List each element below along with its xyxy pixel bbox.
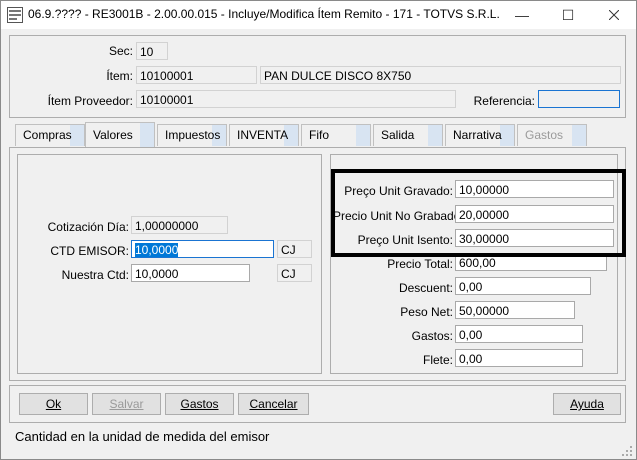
ctd-emisor-label: CTD EMISOR: [50, 244, 129, 258]
cotizacion-field[interactable]: 1,00000000 [131, 216, 228, 234]
tab-shade [572, 125, 586, 146]
item-proveedor-field[interactable]: 10100001 [136, 90, 456, 108]
ctd-emisor-unit-field[interactable]: CJ [277, 240, 312, 258]
gastos-button[interactable]: Gastos [165, 393, 234, 415]
tab-shade [140, 123, 154, 148]
cotizacion-label: Cotización Día: [47, 220, 129, 234]
tab-narrativa[interactable]: Narrativa [445, 124, 515, 146]
ok-button[interactable]: Ok [19, 393, 88, 415]
flete-label: Flete: [422, 353, 453, 367]
tab-shade [428, 125, 442, 146]
close-button[interactable] [591, 1, 636, 29]
nuestra-ctd-field[interactable]: 10,0000 [131, 264, 250, 282]
tab-label: Fifo [309, 128, 330, 142]
tab-salida[interactable]: Salida [373, 124, 443, 146]
nuestra-ctd-label: Nuestra Ctd: [61, 268, 129, 282]
descuent-label: Descuent: [398, 281, 453, 295]
tab-label: INVENTA [237, 128, 289, 142]
resize-grip-icon[interactable] [621, 445, 633, 457]
ctd-emisor-field[interactable]: 10,0000 [131, 240, 274, 258]
status-text: Cantidad en la unidad de medida del emis… [15, 429, 270, 444]
gastos-label: Gastos: [411, 329, 453, 343]
tab-shade [500, 125, 514, 146]
tab-label: Impuestos [165, 128, 221, 142]
tab-shade [356, 125, 370, 146]
app-icon [7, 7, 23, 23]
item-label: Ítem: [106, 69, 133, 83]
tab-label: Compras [23, 128, 72, 142]
sec-field[interactable]: 10 [136, 42, 168, 60]
window-title: 06.9.???? - RE3001B - 2.00.00.015 - Incl… [28, 7, 500, 21]
peso-net-label: Peso Net: [400, 305, 453, 319]
ok-button-label: Ok [45, 397, 62, 411]
maximize-button[interactable]: ☐ [545, 1, 591, 29]
title-bar: 06.9.???? - RE3001B - 2.00.00.015 - Incl… [1, 1, 636, 29]
salvar-button: Salvar [92, 393, 161, 415]
tab-valores[interactable]: Valores [85, 122, 155, 148]
cancelar-button[interactable]: Cancelar [238, 393, 309, 415]
ayuda-button[interactable]: Ayuda [553, 393, 621, 415]
item-proveedor-label: Ítem Proveedor: [47, 94, 133, 108]
tab-gastos: Gastos [517, 124, 587, 146]
referencia-field[interactable] [538, 90, 620, 108]
ctd-emisor-value: 10,0000 [135, 243, 179, 257]
main-window: 06.9.???? - RE3001B - 2.00.00.015 - Incl… [0, 0, 637, 460]
tab-shade [70, 125, 84, 146]
gastos-field[interactable]: 0,00 [455, 325, 583, 343]
tab-fifo[interactable]: Fifo [301, 124, 371, 146]
tab-inventa[interactable]: INVENTA [229, 124, 299, 146]
tab-label: Gastos [525, 128, 564, 142]
tab-compras[interactable]: Compras [15, 124, 85, 146]
highlight-box [331, 169, 626, 257]
descuent-field[interactable]: 0,00 [455, 277, 591, 295]
nuestra-ctd-unit-field[interactable]: CJ [277, 264, 312, 282]
sec-label: Sec: [108, 44, 133, 58]
ayuda-button-label: Ayuda [570, 397, 604, 411]
peso-net-field[interactable]: 50,00000 [455, 301, 575, 319]
precio-total-label: Precio Total: [387, 257, 453, 271]
tab-label: Narrativa [453, 128, 502, 142]
cancelar-button-label: Cancelar [249, 397, 298, 411]
referencia-label: Referencia: [473, 94, 535, 108]
salvar-button-label: Salvar [109, 397, 144, 411]
item-description-field[interactable]: PAN DULCE DISCO 8X750 [260, 66, 621, 84]
tab-impuestos[interactable]: Impuestos [157, 124, 227, 146]
minimize-button[interactable]: — [499, 1, 545, 29]
flete-field[interactable]: 0,00 [455, 349, 583, 367]
item-code-field[interactable]: 10100001 [136, 66, 257, 84]
tab-label: Valores [93, 128, 133, 142]
close-icon [608, 9, 620, 21]
tab-label: Salida [381, 128, 415, 142]
gastos-button-label: Gastos [180, 397, 219, 411]
